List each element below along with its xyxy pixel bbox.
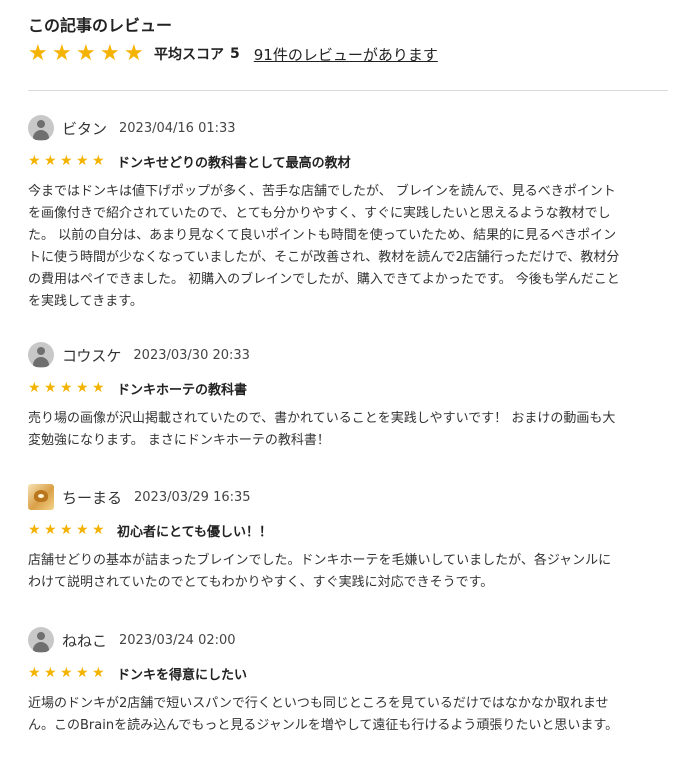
reviewer-name: ちーまる: [62, 488, 123, 507]
review-body: 今まではドンキは値下げポップが多く、苦手な店舗でしたが、 ブレインを読んで、見る…: [28, 184, 620, 309]
review-body: 近場のドンキが2店舗で短いスパンで行くといつも同じところを見ているだけではなかな…: [28, 696, 619, 733]
review-stars: ★ ★ ★ ★ ★: [28, 523, 107, 537]
star-icon: ★: [60, 380, 73, 396]
star-icon: ★: [60, 153, 73, 169]
star-icon: ★: [28, 665, 41, 681]
review-section: この記事のレビュー ★ ★ ★ ★ ★ 平均スコア 5 91件のレビューがありま…: [0, 0, 685, 766]
star-icon: ★: [44, 522, 57, 538]
star-icon: ★: [76, 522, 89, 538]
review-item: ちーまる 2023/03/29 16:35 ★ ★ ★ ★ ★ 初心者にとても優…: [28, 483, 668, 594]
review-header: コウスケ 2023/03/30 20:33: [28, 341, 668, 369]
review-count-link[interactable]: 91件のレビューがあります: [254, 44, 438, 65]
review-title-row: ★ ★ ★ ★ ★ ドンキせどりの教科書として最高の教材: [28, 151, 668, 171]
star-icon: ★: [76, 153, 89, 169]
average-score-label: 平均スコア: [154, 47, 224, 63]
star-icon: ★: [52, 41, 72, 66]
avatar-image: [28, 484, 54, 510]
review-header: ちーまる 2023/03/29 16:35: [28, 483, 668, 511]
review-title: ドンキホーテの教科書: [117, 382, 248, 398]
star-icon: ★: [92, 153, 105, 169]
review-date: 2023/03/29 16:35: [134, 489, 251, 505]
review-date: 2023/03/30 20:33: [133, 347, 250, 363]
star-icon: ★: [76, 665, 89, 681]
section-title: この記事のレビュー: [28, 16, 173, 35]
reviewer-name: ねねこ: [62, 631, 108, 650]
review-title: ドンキせどりの教科書として最高の教材: [117, 155, 351, 171]
star-icon: ★: [44, 380, 57, 396]
star-icon: ★: [92, 380, 105, 396]
star-icon: ★: [60, 522, 73, 538]
review-date: 2023/04/16 01:33: [119, 120, 236, 136]
star-icon: ★: [100, 41, 120, 66]
star-icon: ★: [28, 41, 48, 66]
star-icon: ★: [92, 665, 105, 681]
review-item: ビタン 2023/04/16 01:33 ★ ★ ★ ★ ★ ドンキせどりの教科…: [28, 114, 668, 313]
star-icon: ★: [28, 380, 41, 396]
review-title: ドンキを得意にしたい: [117, 667, 248, 683]
star-icon: ★: [76, 41, 96, 66]
review-item: コウスケ 2023/03/30 20:33 ★ ★ ★ ★ ★ ドンキホーテの教…: [28, 341, 668, 452]
review-body: 売り場の画像が沢山掲載されていたので、書かれていることを実践しやすいです！ おま…: [28, 411, 616, 448]
review-item: ねねこ 2023/03/24 02:00 ★ ★ ★ ★ ★ ドンキを得意にした…: [28, 626, 668, 737]
star-icon: ★: [92, 522, 105, 538]
review-stars: ★ ★ ★ ★ ★: [28, 666, 107, 680]
average-score-value: 5: [230, 46, 240, 62]
review-title-row: ★ ★ ★ ★ ★ 初心者にとても優しい！！: [28, 520, 668, 540]
star-icon: ★: [44, 665, 57, 681]
reviewer-name: ビタン: [62, 119, 108, 138]
review-header: ねねこ 2023/03/24 02:00: [28, 626, 668, 654]
avatar-default-icon: [28, 342, 54, 368]
review-stars: ★ ★ ★ ★ ★: [28, 381, 107, 395]
reviewer-name: コウスケ: [62, 346, 122, 365]
review-title-row: ★ ★ ★ ★ ★ ドンキを得意にしたい: [28, 663, 668, 683]
review-title-row: ★ ★ ★ ★ ★ ドンキホーテの教科書: [28, 378, 668, 398]
star-icon: ★: [60, 665, 73, 681]
rating-summary: ★ ★ ★ ★ ★ 平均スコア 5 91件のレビューがあります: [28, 42, 438, 66]
star-icon: ★: [28, 153, 41, 169]
divider: [28, 90, 668, 91]
review-body: 店舗せどりの基本が詰まったブレインでした。ドンキホーテを毛嫌いしていましたが、各…: [28, 553, 612, 590]
review-header: ビタン 2023/04/16 01:33: [28, 114, 668, 142]
average-stars: ★ ★ ★ ★ ★: [28, 43, 146, 65]
review-date: 2023/03/24 02:00: [119, 632, 236, 648]
star-icon: ★: [124, 41, 144, 66]
star-icon: ★: [76, 380, 89, 396]
avatar-default-icon: [28, 627, 54, 653]
star-icon: ★: [28, 522, 41, 538]
avatar-default-icon: [28, 115, 54, 141]
review-title: 初心者にとても優しい！！: [117, 524, 272, 540]
star-icon: ★: [44, 153, 57, 169]
review-stars: ★ ★ ★ ★ ★: [28, 154, 107, 168]
